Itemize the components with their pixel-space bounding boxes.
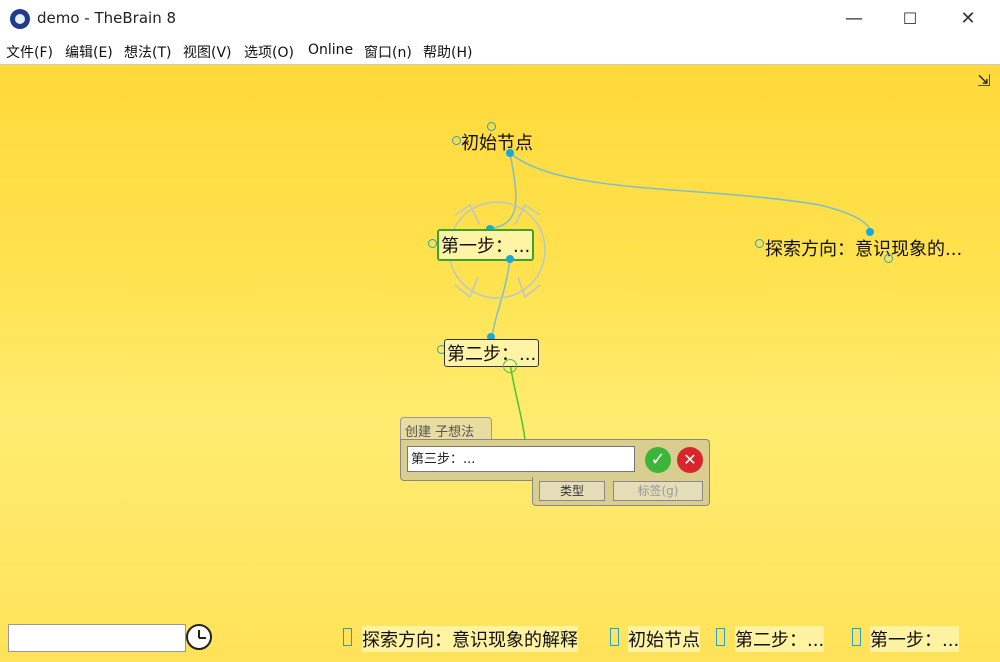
node-step1[interactable]: 第一步：... xyxy=(437,229,535,261)
maximize-button[interactable]: ☐ xyxy=(882,0,938,38)
dialog-body: 第三步：... ✓ ✕ xyxy=(400,439,710,481)
child-gate[interactable] xyxy=(884,254,893,263)
menu-online[interactable]: Online xyxy=(308,42,353,58)
collapse-icon[interactable]: ⇲ xyxy=(974,71,994,91)
history-marker xyxy=(716,628,725,646)
minimize-button[interactable]: — xyxy=(826,0,882,38)
thebrain-app-icon xyxy=(10,9,30,29)
type-button[interactable]: 类型 xyxy=(539,481,605,501)
thought-name-input[interactable]: 第三步：... xyxy=(407,446,635,472)
menu-bar: 文件(F) 编辑(E) 想法(T) 视图(V) 选项(O) Online 窗口(… xyxy=(0,38,1000,65)
menu-edit[interactable]: 编辑(E) xyxy=(65,42,113,62)
search-input[interactable] xyxy=(8,624,186,652)
history-marker xyxy=(610,628,619,646)
title-bar: demo - TheBrain 8 — ☐ ✕ xyxy=(0,0,1000,38)
dialog-bottom-bar: 类型 标签(g) xyxy=(532,477,710,506)
plex-canvas[interactable]: ⇲ 初始节点 第一步：... 第二步：... 探索方向：意识现象的... 创建 … xyxy=(0,65,1000,662)
menu-options[interactable]: 选项(O) xyxy=(244,42,294,62)
history-item[interactable]: 探索方向：意识现象的解释 xyxy=(362,626,578,652)
dialog-tab[interactable]: 创建 子想法 xyxy=(400,417,492,441)
history-item[interactable]: 第二步：... xyxy=(735,626,825,652)
history-item[interactable]: 初始节点 xyxy=(628,626,700,652)
jump-gate[interactable] xyxy=(452,136,461,145)
menu-file[interactable]: 文件(F) xyxy=(6,42,53,62)
jump-gate[interactable] xyxy=(428,239,437,248)
child-gate-active[interactable] xyxy=(503,359,517,373)
menu-thought[interactable]: 想法(T) xyxy=(124,42,171,62)
menu-window[interactable]: 窗口(n) xyxy=(364,42,412,62)
history-item[interactable]: 第一步：... xyxy=(870,626,960,652)
clock-icon[interactable] xyxy=(186,624,212,650)
jump-gate[interactable] xyxy=(755,239,764,248)
confirm-button[interactable]: ✓ xyxy=(645,447,671,473)
tag-button[interactable]: 标签(g) xyxy=(613,481,703,501)
child-gate[interactable] xyxy=(506,255,514,263)
history-marker xyxy=(343,628,352,646)
menu-view[interactable]: 视图(V) xyxy=(183,42,232,62)
node-root[interactable]: 初始节点 xyxy=(461,129,533,155)
node-explore[interactable]: 探索方向：意识现象的... xyxy=(765,235,962,261)
close-button[interactable]: ✕ xyxy=(940,0,996,38)
history-marker xyxy=(852,628,861,646)
node-step2[interactable]: 第二步：... xyxy=(444,339,540,367)
menu-help[interactable]: 帮助(H) xyxy=(423,42,472,62)
child-gate[interactable] xyxy=(506,149,514,157)
window-title: demo - TheBrain 8 xyxy=(37,9,177,27)
cancel-button[interactable]: ✕ xyxy=(677,447,703,473)
